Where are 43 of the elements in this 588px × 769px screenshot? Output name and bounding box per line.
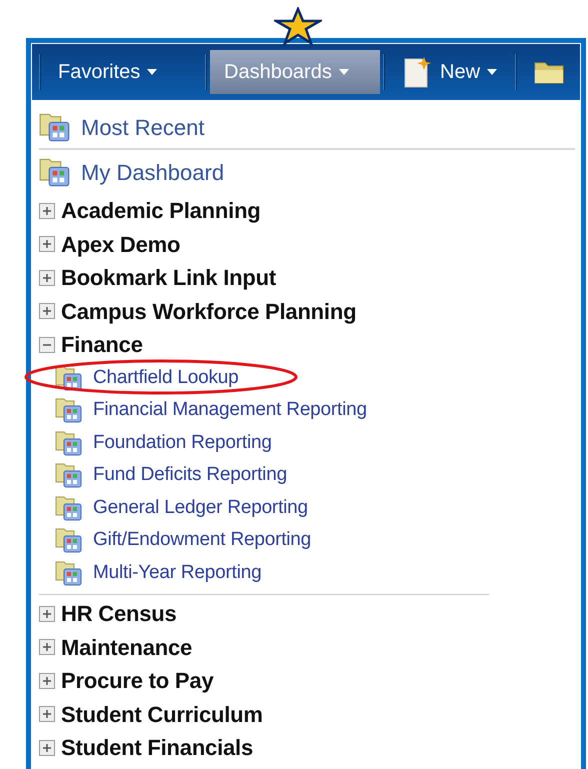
expand-icon[interactable] [39,606,55,622]
expand-icon[interactable] [39,236,55,252]
dashboard-folder-icon [55,526,83,554]
expand-icon[interactable] [39,740,55,756]
caret-icon [146,68,158,76]
dashboard-folder-icon [55,396,83,424]
folder-item[interactable]: Apex Demo [61,228,180,261]
menu-button[interactable]: Favorites [44,50,202,94]
dashboard-link[interactable]: Multi-Year Reporting [93,558,262,587]
folder-item[interactable]: Campus Workforce Planning [61,294,356,328]
menu-item[interactable]: My Dashboard [81,156,224,188]
folder-item[interactable]: HR Census [61,597,177,630]
dashboard-link[interactable]: Foundation Reporting [93,428,272,457]
collapse-icon[interactable] [39,336,55,353]
dashboard-link[interactable]: Financial Management Reporting [93,396,367,424]
dashboard-folder-icon [55,558,83,587]
dashboard-folder-icon [55,494,83,522]
dashboard-link[interactable]: Gift/Endowment Reporting [93,526,312,554]
folder-item[interactable]: Procure to Pay [61,664,214,698]
expand-icon[interactable] [39,303,55,320]
dashboard-link[interactable]: General Ledger Reporting [93,494,308,522]
folder-item[interactable]: Student Curriculum [61,698,263,731]
caret-icon [338,68,350,76]
folder-item[interactable]: Maintenance [61,630,192,664]
dashboard-folder-icon [39,111,71,143]
dashboard-folder-icon [39,156,71,188]
expand-icon[interactable] [39,672,55,689]
caret-icon [486,68,498,76]
folder-item[interactable]: Student Financials [61,731,253,764]
expand-icon[interactable] [39,202,55,219]
folder-item[interactable]: Bookmark Link Input [61,261,276,294]
folder-item[interactable]: Academic Planning [61,194,261,228]
menu-item[interactable]: Most Recent [81,110,204,144]
dashboard-link[interactable]: Fund Deficits Reporting [93,461,287,490]
expand-icon[interactable] [39,706,55,722]
star-icon [274,7,322,45]
dashboard-folder-icon [55,428,83,457]
new-button[interactable]: New [388,50,512,94]
dashboard-folder-icon [55,461,83,490]
expand-icon[interactable] [39,639,55,656]
expand-icon[interactable] [39,270,55,286]
folder-item[interactable]: Finance [61,328,143,362]
new-document-icon [402,55,432,89]
